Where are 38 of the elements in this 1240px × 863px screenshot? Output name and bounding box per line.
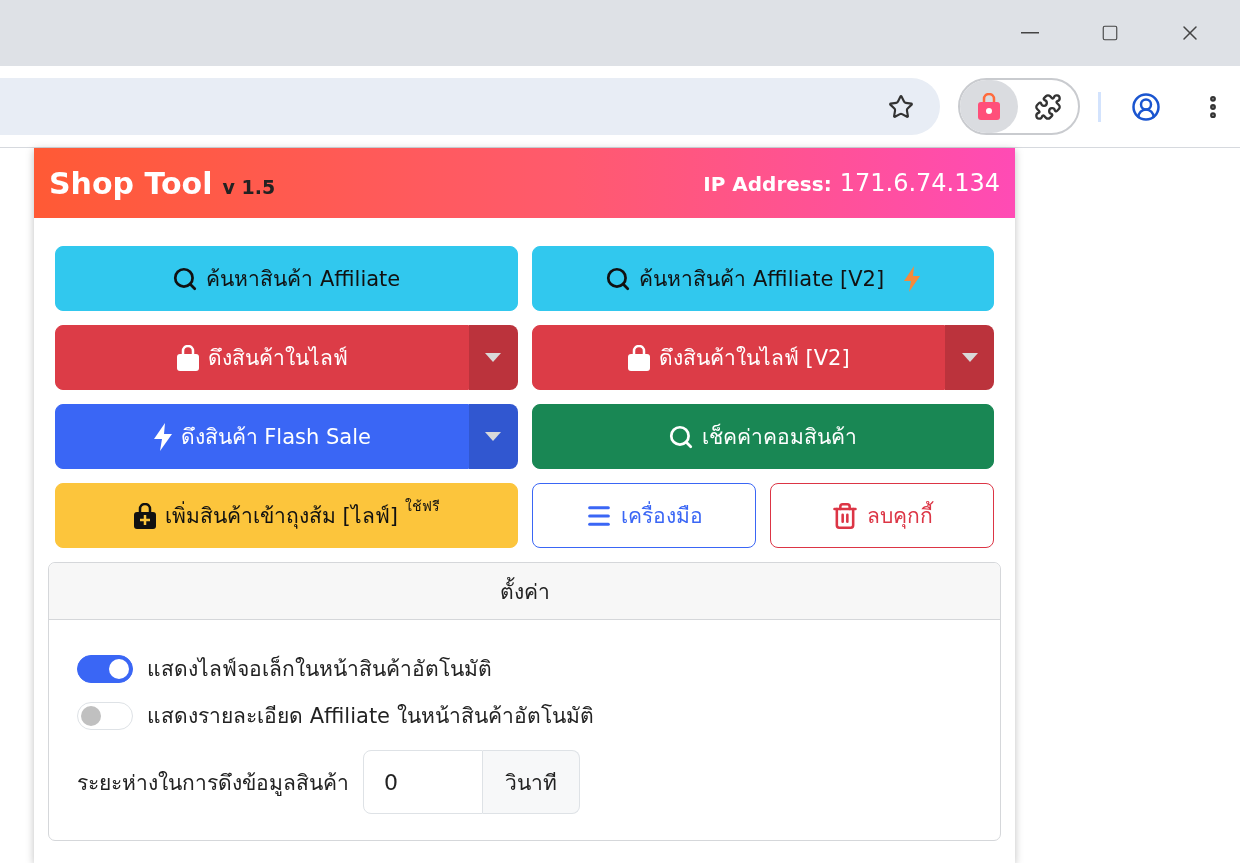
- settings-title: ตั้งค่า: [49, 563, 1000, 620]
- seconds-unit-label: วินาที: [483, 750, 580, 814]
- lightning-bolt-icon: [152, 422, 173, 451]
- extensions-puzzle-icon[interactable]: [1034, 92, 1062, 121]
- profile-icon[interactable]: [1131, 91, 1161, 122]
- maximize-icon: [1101, 24, 1119, 42]
- action-button[interactable]: ดึงสินค้า Flash Sale: [55, 404, 469, 469]
- app-title: Shop Tool: [49, 165, 213, 201]
- version-label: v 1.5: [222, 175, 276, 198]
- lightning-bolt-icon: [904, 265, 921, 292]
- delay-label: ระยะห่างในการดึงข้อมูลสินค้า: [77, 769, 349, 798]
- ip-address-label: IP Address:: [703, 172, 832, 196]
- action-button[interactable]: ดึงสินค้าในไลฟ์: [55, 325, 469, 390]
- action-button[interactable]: ลบคุกกี้: [769, 483, 994, 548]
- action-button[interactable]: เครื่องมือ: [531, 483, 756, 548]
- search-icon: [172, 265, 199, 292]
- toggle-switch[interactable]: [77, 654, 133, 683]
- toggle-label: แสดงรายละเอียด Affiliate ในหน้าสินค้าอัตโนมัติ: [147, 703, 594, 730]
- delay-input-field[interactable]: 0: [363, 750, 483, 814]
- action-button[interactable]: เช็คค่าคอมสินค้า: [531, 404, 994, 469]
- dropdown-toggle[interactable]: [468, 325, 518, 390]
- toggle-label: แสดงไลฟ์จอเล็กในหน้าสินค้าอัตโนมัติ: [147, 654, 492, 683]
- action-button[interactable]: ค้นหาสินค้า Affiliate [V2]: [531, 246, 994, 311]
- search-icon: [668, 423, 695, 450]
- trash-icon: [830, 501, 859, 530]
- search-icon: [605, 265, 632, 292]
- shop-extension-button[interactable]: [960, 80, 1018, 133]
- action-button[interactable]: ค้นหาสินค้า Affiliate: [55, 246, 518, 311]
- dropdown-toggle[interactable]: [468, 404, 518, 469]
- minimize-icon: [1021, 32, 1039, 34]
- action-button[interactable]: เพิ่มสินค้าเข้าถุงส้ม [ไลฟ์] $^{ใช้ฟรี}$: [55, 483, 518, 548]
- ip-address-value: 171.6.74.134: [839, 169, 1000, 197]
- bookmark-star-icon[interactable]: [888, 93, 914, 120]
- caret-icon: [485, 431, 501, 442]
- dropdown-toggle[interactable]: [945, 325, 994, 390]
- caret-icon: [961, 352, 978, 363]
- caret-icon: [485, 352, 501, 363]
- action-button[interactable]: ดึงสินค้าในไลฟ์ [V2]: [531, 325, 945, 390]
